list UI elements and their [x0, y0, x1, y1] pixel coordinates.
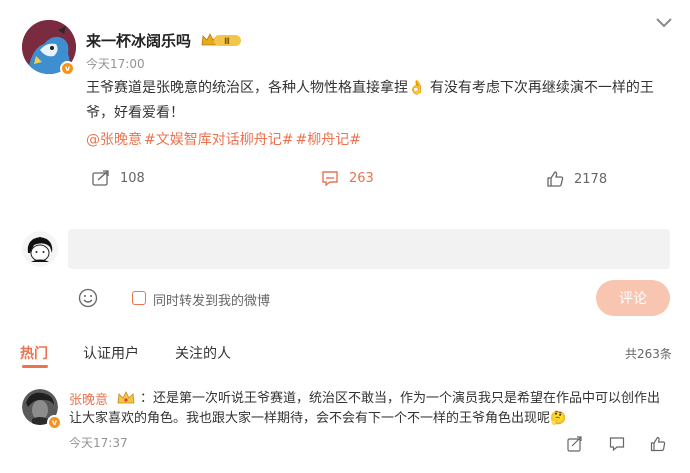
post-author-name[interactable]: 来一杯冰阔乐吗: [86, 30, 191, 51]
repost-checkbox[interactable]: [132, 291, 146, 305]
crown-icon: [117, 390, 135, 409]
active-tab-indicator: [22, 365, 48, 368]
comment-total-count: 共263条: [625, 347, 672, 361]
chevron-down-icon[interactable]: [655, 15, 673, 34]
verified-badge-icon: v: [60, 61, 75, 76]
comment-text: ：还是第一次听说王爷赛道，统治区不敢当，作为一个演员我只是希望在作品中可以创作出: [140, 391, 661, 406]
share-icon[interactable]: [567, 436, 583, 456]
commenter-name[interactable]: 张晚意: [69, 389, 108, 408]
post-tags: @张晚意 #文娱智库对话柳舟记# #柳舟记#: [86, 129, 363, 149]
repost-icon: [92, 170, 109, 186]
thumbs-up-icon[interactable]: [650, 436, 666, 456]
like-count: 2178: [574, 171, 608, 187]
thumbs-up-icon: [547, 171, 564, 187]
rank-badge: Ⅱ: [200, 32, 242, 48]
comment-input[interactable]: [68, 229, 670, 269]
comment-time: 今天17:37: [69, 436, 128, 450]
comment-count: 263: [349, 170, 374, 186]
comment-button[interactable]: 263: [321, 170, 374, 186]
svg-text:Ⅱ: Ⅱ: [224, 37, 230, 47]
repost-checkbox-label: 同时转发到我的微博: [153, 294, 271, 309]
post-content: 王爷赛道是张晚意的统治区，各种人物性格直接拿捏👌 有没有考虑下次再继续演不一样的…: [86, 80, 654, 121]
repost-button[interactable]: 108: [92, 170, 145, 186]
repost-count: 108: [120, 170, 145, 186]
comment-icon: [322, 171, 338, 186]
submit-comment-button[interactable]: 评论: [596, 280, 670, 316]
comment-text-continued: 让大家喜欢的角色。我也跟大家一样期待，会不会有下一个不一样的王爷角色出现呢🤔: [69, 411, 567, 426]
hashtag-link[interactable]: #文娱智库对话柳舟记#: [144, 132, 293, 148]
tab-hot[interactable]: 热门: [20, 343, 48, 363]
post-time: 今天17:00: [86, 57, 145, 71]
hashtag-link[interactable]: #柳舟记#: [295, 132, 360, 148]
tab-following[interactable]: 关注的人: [175, 343, 231, 363]
emoji-icon[interactable]: [78, 288, 98, 312]
current-user-avatar: [22, 231, 58, 267]
like-button[interactable]: 2178: [546, 170, 607, 188]
comment-icon[interactable]: [609, 436, 625, 456]
verified-badge-icon: v: [47, 415, 62, 430]
mention-link[interactable]: @张晚意: [86, 132, 142, 148]
tab-verified-users[interactable]: 认证用户: [83, 343, 139, 363]
